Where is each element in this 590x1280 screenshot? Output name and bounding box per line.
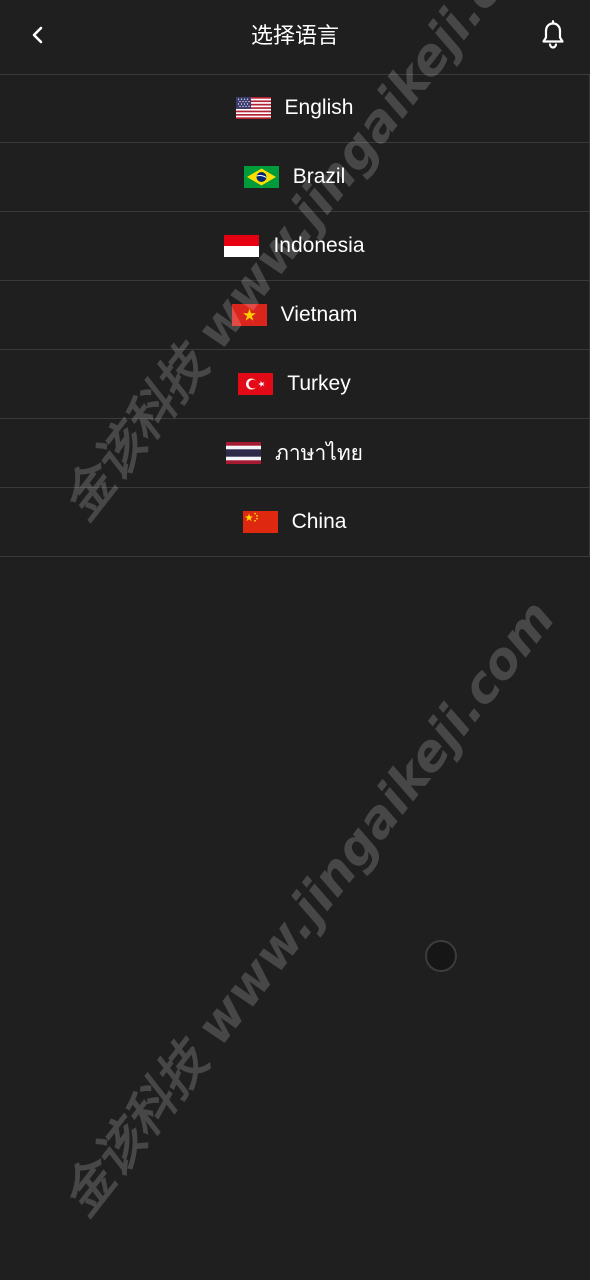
thailand-flag-icon [226,442,261,464]
language-item-turkey[interactable]: Turkey [0,350,589,419]
language-label: Brazil [292,165,346,188]
bell-icon [542,20,564,49]
chevron-left-icon [32,26,43,44]
language-item-brazil[interactable]: Brazil [0,143,589,212]
language-item-vietnam[interactable]: Vietnam [0,281,589,350]
language-item-indonesia[interactable]: Indonesia [0,212,589,281]
language-item-thai[interactable]: ภาษาไทย [0,419,589,488]
language-label: Turkey [287,372,351,395]
floating-assistive-button[interactable] [425,940,457,972]
us-flag-icon [235,97,271,119]
turkey-flag-icon [238,373,274,395]
china-flag-icon [242,511,278,533]
language-label: China [291,510,347,533]
language-label: English [284,96,354,119]
language-item-english[interactable]: English [0,74,589,143]
language-label: ภาษาไทย [275,441,363,465]
watermark-text: 金该科技 www.jingaikeji.com [50,589,567,1227]
indonesia-flag-icon [224,235,260,257]
page-title: 选择语言 [250,24,339,49]
language-item-china[interactable]: China [0,488,589,557]
back-button[interactable] [22,18,54,52]
vietnam-flag-icon [231,304,267,326]
notification-button[interactable] [536,16,570,54]
language-label: Vietnam [280,303,358,326]
brazil-flag-icon [243,166,279,188]
language-label: Indonesia [273,234,365,257]
language-select-screen: 选择语言 English Brazil Indonesia Vietnam Tu… [0,0,590,1280]
top-bar: 选择语言 [0,0,590,75]
language-list: English Brazil Indonesia Vietnam Turkey … [0,74,590,557]
